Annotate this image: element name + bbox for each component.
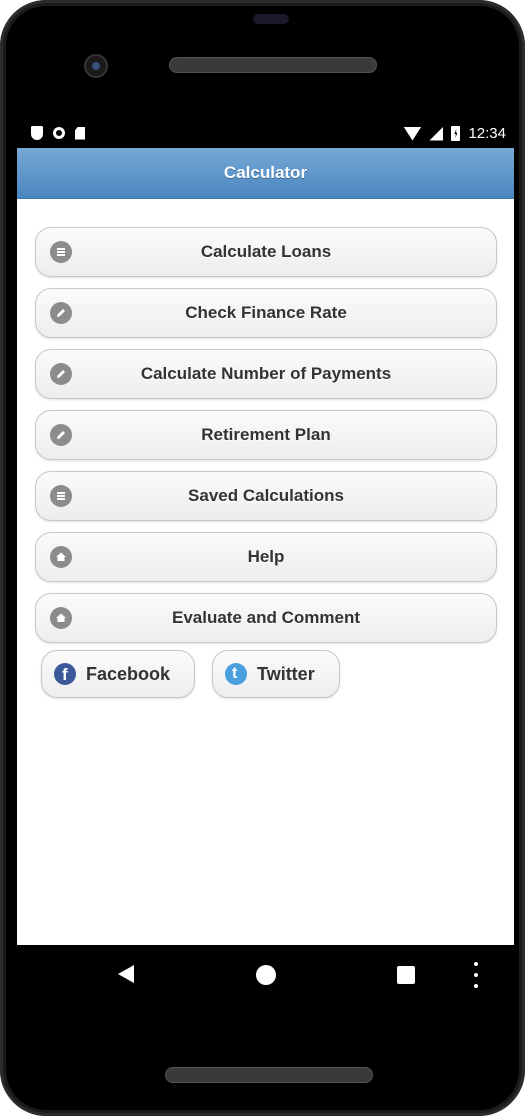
- main-menu: Calculate Loans Check Finance Rate Calcu…: [35, 227, 497, 654]
- facebook-label: Facebook: [86, 663, 171, 684]
- list-icon: [50, 241, 72, 263]
- recent-apps-icon[interactable]: [397, 966, 415, 984]
- social-buttons: Facebook Twitter: [41, 650, 340, 698]
- menu-item-label: Calculate Number of Payments: [140, 364, 392, 383]
- menu-item-label: Calculate Loans: [200, 242, 332, 261]
- back-icon[interactable]: [118, 965, 134, 983]
- facebook-button[interactable]: Facebook: [41, 650, 196, 698]
- home-icon: [50, 607, 72, 629]
- menu-item-label: Check Finance Rate: [185, 303, 347, 322]
- header-bar: Calculator: [17, 148, 514, 199]
- menu-item-label: Retirement Plan: [201, 425, 331, 444]
- menu-item-label: Help: [247, 547, 285, 566]
- help-button[interactable]: Help: [35, 532, 497, 582]
- pencil-icon: [50, 424, 72, 446]
- twitter-button[interactable]: Twitter: [212, 650, 340, 698]
- earpiece-speaker: [169, 57, 377, 73]
- saved-calculations-button[interactable]: Saved Calculations: [35, 471, 497, 521]
- front-camera: [86, 56, 106, 76]
- battery-charging-icon: [451, 126, 461, 141]
- calculate-loans-button[interactable]: Calculate Loans: [35, 227, 497, 277]
- menu-item-label: Evaluate and Comment: [172, 608, 360, 627]
- sensor-notch: [253, 14, 289, 24]
- page-title: Calculator: [223, 163, 308, 182]
- overflow-menu-icon[interactable]: [474, 962, 478, 988]
- shield-icon: [31, 126, 43, 140]
- retirement-plan-button[interactable]: Retirement Plan: [35, 410, 497, 460]
- circle-icon: [53, 127, 65, 139]
- menu-item-label: Saved Calculations: [188, 486, 344, 505]
- evaluate-and-comment-button[interactable]: Evaluate and Comment: [35, 593, 497, 643]
- sd-card-icon: [75, 126, 85, 140]
- home-icon: [50, 546, 72, 568]
- app-screen: 12:34 Calculator Calculate Loans Check F…: [17, 120, 514, 945]
- twitter-icon: [225, 663, 248, 685]
- twitter-label: Twitter: [257, 663, 315, 684]
- navigation-bar: [6, 945, 519, 1005]
- status-right-icons: 12:34: [403, 125, 506, 142]
- facebook-icon: [54, 663, 76, 685]
- signal-icon: [429, 126, 444, 141]
- status-bar: 12:34: [17, 120, 514, 148]
- pencil-icon: [50, 363, 72, 385]
- pencil-icon: [50, 302, 72, 324]
- status-left-icons: [31, 126, 85, 140]
- calculate-number-of-payments-button[interactable]: Calculate Number of Payments: [35, 349, 497, 399]
- wifi-icon: [403, 126, 422, 141]
- list-icon: [50, 485, 72, 507]
- check-finance-rate-button[interactable]: Check Finance Rate: [35, 288, 497, 338]
- home-nav-icon[interactable]: [256, 965, 276, 985]
- bottom-speaker: [165, 1067, 373, 1083]
- phone-frame: 12:34 Calculator Calculate Loans Check F…: [0, 0, 525, 1116]
- status-time: 12:34: [468, 125, 506, 142]
